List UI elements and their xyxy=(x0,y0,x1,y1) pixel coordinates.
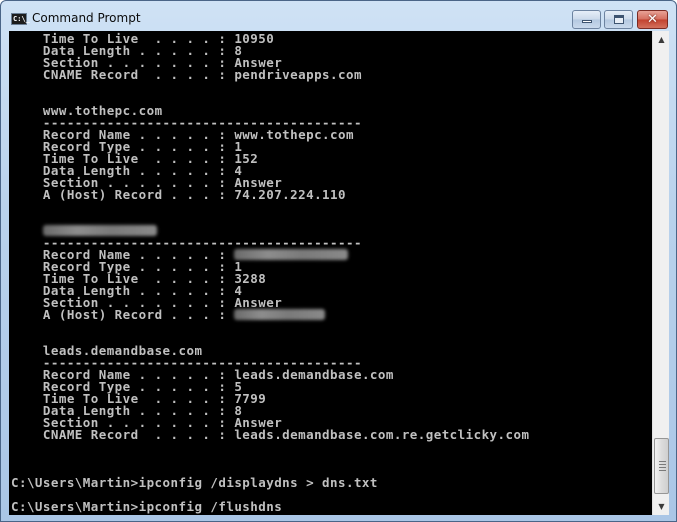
cmd-icon[interactable]: C:\_ xyxy=(11,13,30,25)
redacted-text xyxy=(42,225,157,236)
maximize-icon xyxy=(614,15,624,24)
field-separator: : xyxy=(218,67,235,82)
scrollbar-thumb[interactable] xyxy=(654,438,669,494)
command-text: C:\Users\Martin>ipconfig /displaydns > d… xyxy=(11,475,378,490)
dns-record-field: CNAME Record . . . . : pendriveapps.com xyxy=(11,67,529,82)
field-value: Answer xyxy=(234,295,283,310)
scroll-up-arrow-icon[interactable]: ▲ xyxy=(653,31,670,48)
field-separator: : xyxy=(218,187,235,202)
field-value: pendriveapps.com xyxy=(234,67,362,82)
command-prompt-line: C:\Users\Martin>ipconfig /displaydns > d… xyxy=(11,475,529,490)
title-bar[interactable]: C:\_ Command Prompt ✕ xyxy=(1,1,676,31)
command-prompt-line: C:\Users\Martin>ipconfig /flushdns xyxy=(11,499,529,514)
dns-record-field: A (Host) Record . . . : xyxy=(11,307,529,322)
vertical-scrollbar[interactable]: ▲ ▼ xyxy=(652,31,669,515)
field-separator: : xyxy=(218,427,235,442)
close-icon: ✕ xyxy=(647,12,658,27)
redacted-text xyxy=(234,309,326,320)
scroll-down-arrow-icon[interactable]: ▼ xyxy=(653,498,670,515)
console-output[interactable]: Time To Live . . . . : 10950 Data Length… xyxy=(9,31,652,515)
field-value: www.tothepc.com xyxy=(234,127,354,142)
window-title: Command Prompt xyxy=(32,11,141,25)
field-value: leads.demandbase.com.re.getclicky.com xyxy=(234,427,530,442)
console-lines: Time To Live . . . . : 10950 Data Length… xyxy=(11,32,530,514)
command-prompt-window: C:\_ Command Prompt ✕ Time To Live . . .… xyxy=(0,0,677,522)
field-label: CNAME Record . . . . xyxy=(42,427,219,442)
field-separator: : xyxy=(218,307,235,322)
grip-icon xyxy=(659,461,666,471)
maximize-button[interactable] xyxy=(604,10,633,29)
minimize-icon xyxy=(582,20,592,23)
field-value: 74.207.224.110 xyxy=(234,187,346,202)
dns-record-field: CNAME Record . . . . : leads.demandbase.… xyxy=(11,427,530,442)
redacted-text xyxy=(234,249,349,260)
field-label: A (Host) Record . . . xyxy=(42,187,219,202)
command-text: C:\Users\Martin>ipconfig /flushdns xyxy=(11,499,283,514)
field-label: A (Host) Record . . . xyxy=(42,307,219,322)
dns-record-field: A (Host) Record . . . : 74.207.224.110 xyxy=(11,187,529,202)
field-label: CNAME Record . . . . xyxy=(42,67,219,82)
close-button[interactable]: ✕ xyxy=(637,10,668,29)
field-value: leads.demandbase.com xyxy=(234,367,394,382)
minimize-button[interactable] xyxy=(572,10,601,29)
